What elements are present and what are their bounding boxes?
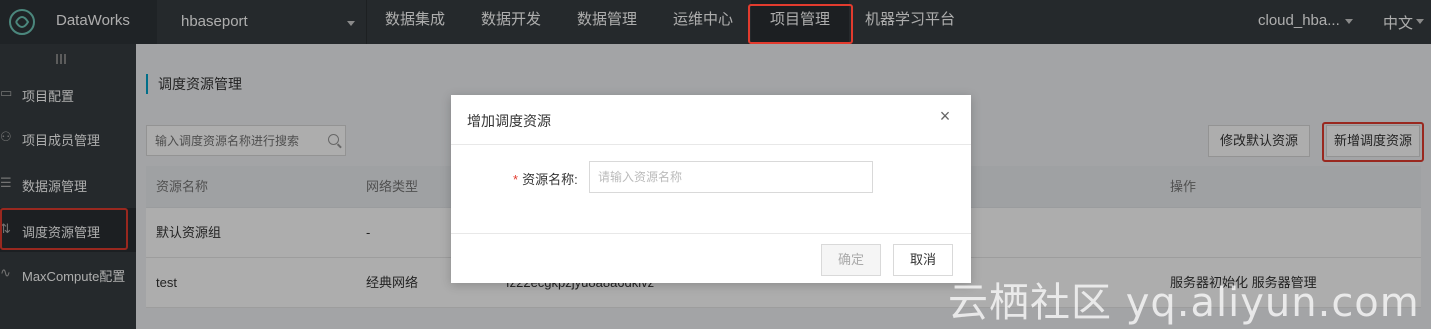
close-icon[interactable]: ×	[937, 107, 953, 125]
add-resource-dialog: 增加调度资源 × *资源名称: 确定 取消	[451, 95, 971, 283]
dialog-header: 增加调度资源 ×	[451, 95, 971, 145]
resource-name-label-text: 资源名称:	[522, 172, 578, 187]
resource-name-label: * 资源名称:	[513, 169, 578, 188]
required-marker: *	[513, 172, 519, 187]
resource-name-field[interactable]	[589, 161, 873, 193]
cancel-button[interactable]: 取消	[893, 244, 953, 276]
confirm-button[interactable]: 确定	[821, 244, 881, 276]
nav-highlight-box	[748, 4, 853, 44]
dialog-title: 增加调度资源	[467, 113, 551, 129]
resource-name-input[interactable]	[590, 162, 870, 192]
dialog-footer: 确定 取消	[451, 233, 971, 283]
watermark: 云栖社区 yq.aliyun.com	[948, 280, 1420, 326]
